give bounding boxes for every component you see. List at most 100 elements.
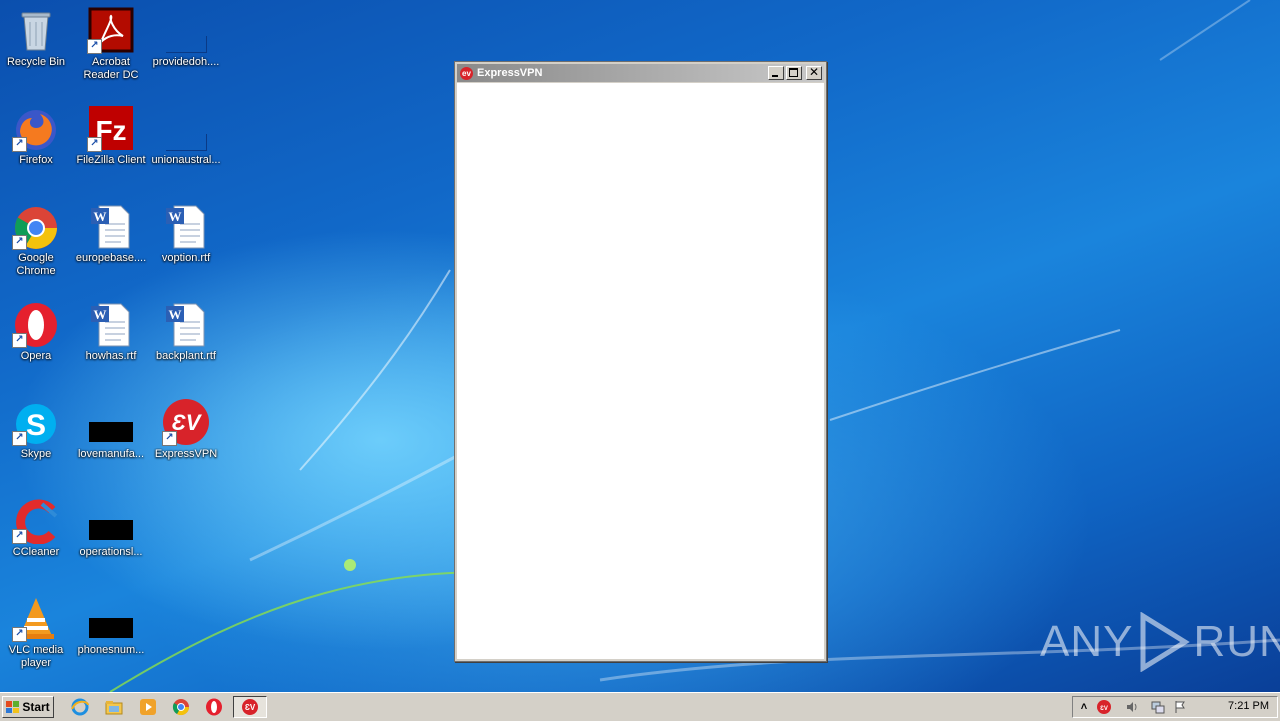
chrome-icon: ↗ — [12, 202, 60, 250]
expressvpn-icon: ƐV ↗ — [162, 398, 210, 446]
close-icon: ✕ — [808, 65, 820, 79]
blank-file-icon — [162, 6, 210, 54]
desktop-icon-label: CCleaner — [12, 546, 60, 558]
shortcut-arrow-icon: ↗ — [12, 529, 27, 544]
svg-text:W: W — [169, 209, 182, 224]
shortcut-arrow-icon: ↗ — [87, 39, 102, 54]
desktop-icon-backplant[interactable]: W backplant.rtf — [148, 300, 224, 363]
shortcut-arrow-icon: ↗ — [12, 235, 27, 250]
desktop-icon-phonesnum[interactable]: phonesnum... — [73, 594, 149, 657]
expressvpn-window[interactable]: ev ExpressVPN ✕ — [454, 61, 827, 662]
filezilla-icon: Fz ↗ — [87, 104, 135, 152]
shortcut-arrow-icon: ↗ — [12, 431, 27, 446]
desktop-icon-label: FileZilla Client — [76, 154, 146, 166]
maximize-icon — [789, 68, 798, 77]
action-center-flag-icon[interactable] — [1173, 700, 1187, 714]
taskbar-expressvpn-button[interactable]: ƐV — [233, 696, 267, 718]
chrome-icon[interactable] — [171, 697, 191, 717]
desktop-icon-label: lovemanufa... — [77, 448, 145, 460]
desktop-icon-ccleaner[interactable]: ↗ CCleaner — [0, 496, 74, 559]
desktop-icon-label: voption.rtf — [161, 252, 211, 264]
shortcut-arrow-icon: ↗ — [12, 627, 27, 642]
svg-text:W: W — [169, 307, 182, 322]
anyrun-watermark: ANY RUN — [1040, 612, 1280, 672]
desktop-icon-filezilla[interactable]: Fz ↗ FileZilla Client — [73, 104, 149, 167]
vlc-icon: ↗ — [12, 594, 60, 642]
watermark-text-left: ANY — [1040, 617, 1134, 666]
shortcut-arrow-icon: ↗ — [87, 137, 102, 152]
desktop-icon-label: Firefox — [19, 154, 53, 166]
desktop-icon-expressvpn[interactable]: ƐV ↗ ExpressVPN — [148, 398, 224, 461]
word-doc-icon: W — [162, 202, 210, 250]
taskbar: Start ƐV ˄ ƐV 7:21 PM — [0, 692, 1280, 721]
internet-explorer-icon[interactable] — [70, 697, 90, 717]
desktop-icon-voption[interactable]: W voption.rtf — [148, 202, 224, 265]
window-content-area[interactable] — [457, 83, 824, 659]
desktop-icon-google-chrome[interactable]: ↗ Google Chrome — [0, 202, 74, 278]
window-titlebar[interactable]: ev ExpressVPN ✕ — [457, 64, 824, 82]
recycle-bin-icon — [12, 6, 60, 54]
svg-text:S: S — [26, 409, 46, 442]
shortcut-arrow-icon: ↗ — [12, 137, 27, 152]
desktop-icon-providedoh[interactable]: providedoh.... — [148, 6, 224, 69]
expressvpn-tray-icon[interactable]: ƐV — [1097, 700, 1111, 714]
desktop-icon-unionaustral[interactable]: unionaustral... — [148, 104, 224, 167]
firefox-icon: ↗ — [12, 104, 60, 152]
desktop-icon-firefox[interactable]: ↗ Firefox — [0, 104, 74, 167]
black-file-icon — [87, 594, 135, 642]
word-doc-icon: W — [162, 300, 210, 348]
desktop-icon-label: phonesnum... — [77, 644, 145, 656]
desktop-icon-acrobat[interactable]: ↗ Acrobat Reader DC — [73, 6, 149, 82]
window-title: ExpressVPN — [477, 67, 543, 79]
media-player-icon[interactable] — [138, 697, 158, 717]
desktop-icon-label: unionaustral... — [151, 154, 221, 166]
desktop-icon-lovemanufa[interactable]: lovemanufa... — [73, 398, 149, 461]
minimize-button[interactable] — [768, 66, 784, 80]
desktop-icon-skype[interactable]: S ↗ Skype — [0, 398, 74, 461]
show-hidden-icons-chevron-icon[interactable]: ˄ — [1077, 700, 1091, 714]
shortcut-arrow-icon: ↗ — [162, 431, 177, 446]
expressvpn-icon: ƐV — [242, 699, 258, 715]
skype-icon: S ↗ — [12, 398, 60, 446]
opera-icon[interactable] — [204, 697, 224, 717]
play-triangle-icon — [1140, 612, 1191, 672]
acrobat-icon: ↗ — [87, 6, 135, 54]
desktop-icon-europebase[interactable]: W europebase.... — [73, 202, 149, 265]
desktop-icon-howhas[interactable]: W howhas.rtf — [73, 300, 149, 363]
desktop-icon-label: providedoh.... — [152, 56, 220, 68]
desktop-icon-label: VLC media player — [8, 644, 64, 669]
desktop[interactable]: Recycle Bin ↗ Firefox ↗ Google Chrome ↗ … — [0, 0, 1280, 692]
desktop-icon-label: ExpressVPN — [154, 448, 218, 460]
blank-file-icon — [162, 104, 210, 152]
desktop-icon-label: howhas.rtf — [85, 350, 137, 362]
watermark-text-right: RUN — [1193, 617, 1280, 666]
svg-text:W: W — [94, 307, 107, 322]
desktop-icon-recycle-bin[interactable]: Recycle Bin — [0, 6, 74, 69]
desktop-icon-label: operationsl... — [79, 546, 143, 558]
svg-text:ƐV: ƐV — [245, 703, 256, 712]
desktop-icon-label: Acrobat Reader DC — [83, 56, 139, 81]
desktop-icon-vlc[interactable]: ↗ VLC media player — [0, 594, 74, 670]
desktop-icon-label: Opera — [20, 350, 52, 362]
file-explorer-icon[interactable] — [104, 697, 124, 717]
black-file-icon — [87, 398, 135, 446]
minimize-icon — [772, 75, 778, 77]
network-icon[interactable] — [1151, 700, 1165, 714]
close-button[interactable]: ✕ — [806, 65, 822, 80]
svg-text:ƐV: ƐV — [1100, 706, 1108, 712]
start-button[interactable]: Start — [2, 696, 54, 718]
desktop-icon-label: europebase.... — [75, 252, 147, 264]
volume-icon[interactable] — [1125, 700, 1139, 714]
desktop-icon-opera[interactable]: ↗ Opera — [0, 300, 74, 363]
system-tray: ˄ ƐV 7:21 PM — [1072, 696, 1278, 718]
expressvpn-icon: ev — [460, 66, 473, 80]
desktop-icon-label: Google Chrome — [16, 252, 56, 277]
svg-text:W: W — [94, 209, 107, 224]
start-label: Start — [22, 700, 50, 714]
ccleaner-icon: ↗ — [12, 496, 60, 545]
desktop-icon-operationsl[interactable]: operationsl... — [73, 496, 149, 559]
desktop-icon-label: backplant.rtf — [156, 350, 216, 362]
opera-icon: ↗ — [12, 300, 60, 348]
maximize-button[interactable] — [786, 66, 802, 80]
clock[interactable]: 7:21 PM — [1228, 700, 1269, 712]
